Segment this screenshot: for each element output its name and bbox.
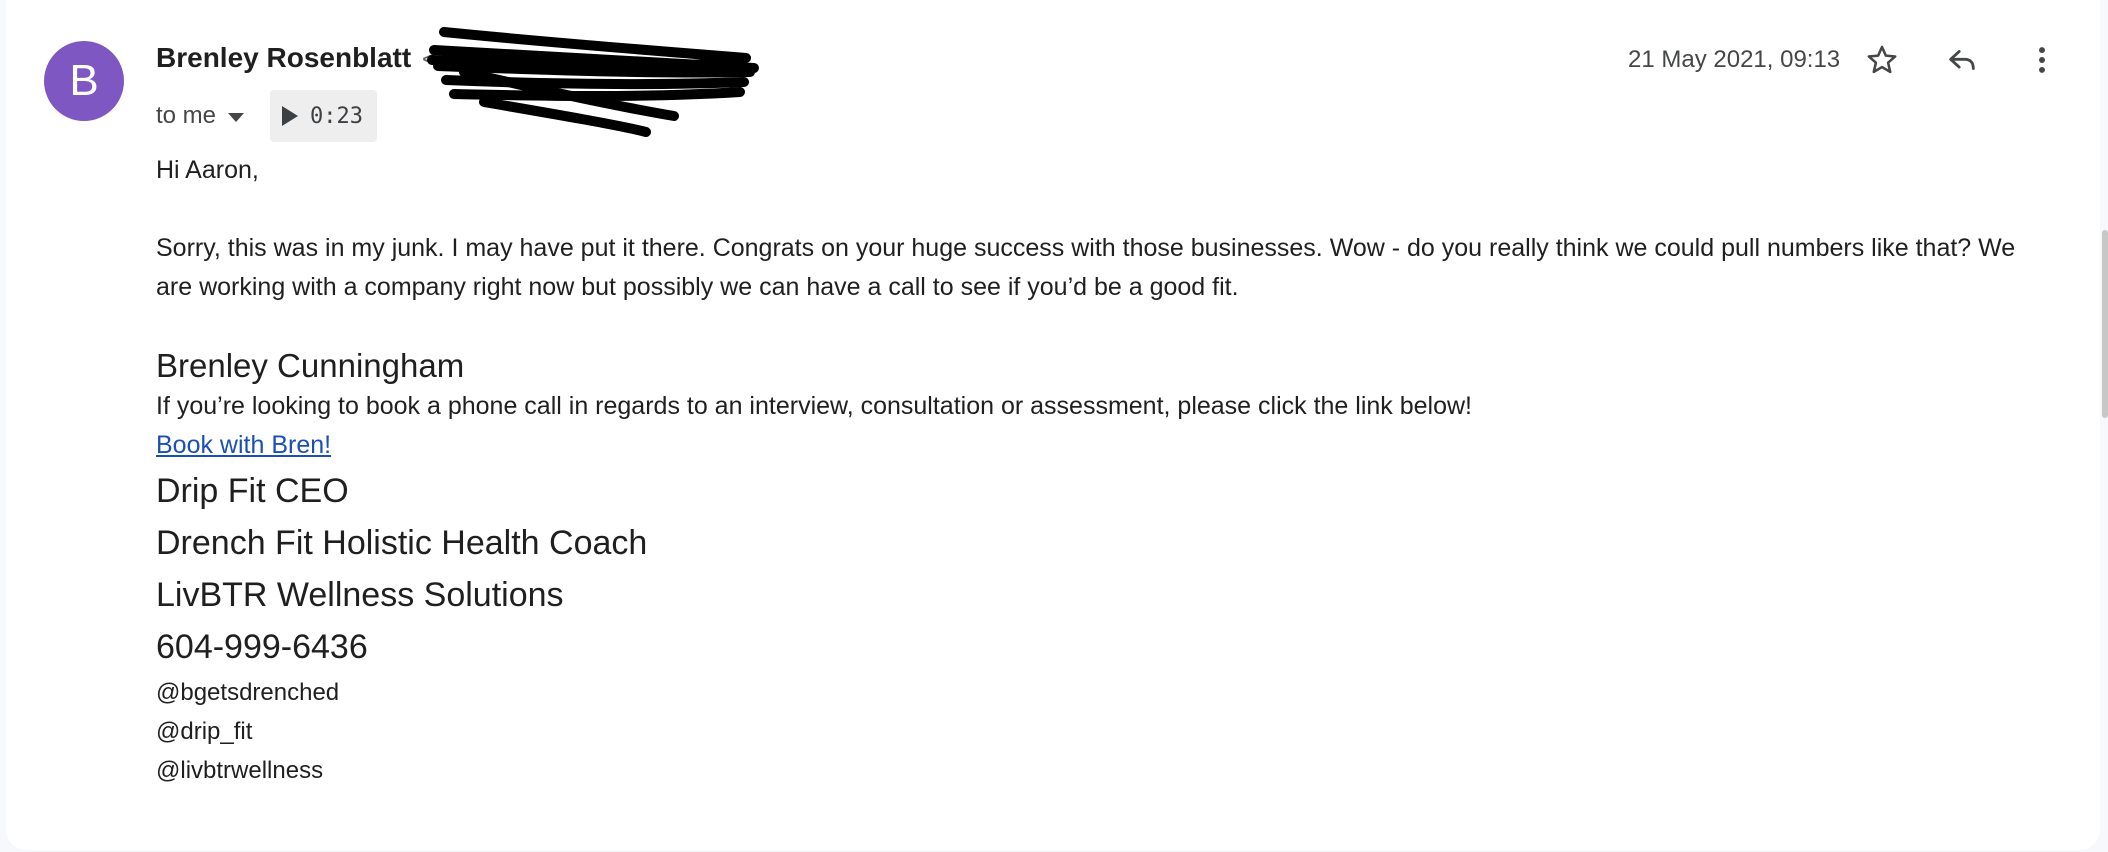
signature-title: Drip Fit CEO [156, 472, 349, 510]
star-button[interactable] [1858, 36, 1906, 84]
play-icon [282, 106, 299, 126]
more-options-button[interactable] [2018, 36, 2066, 84]
vertical-dots-icon [2039, 47, 2045, 73]
social-handle: @drip_fit [156, 718, 253, 745]
signature-title: LivBTR Wellness Solutions [156, 576, 564, 614]
audio-play-button[interactable]: 0:23 [270, 90, 378, 142]
social-handle: @livbtrwellness [156, 757, 324, 784]
audio-duration: 0:23 [310, 103, 364, 129]
greeting: Hi Aaron, [156, 156, 259, 184]
signature-name: Brenley Cunningham [156, 347, 465, 384]
reply-button[interactable] [1938, 36, 1986, 84]
chevron-down-icon[interactable] [228, 112, 245, 122]
sender-name[interactable]: Brenley Rosenblatt [156, 42, 411, 74]
email-body: Hi Aaron, Sorry, this was in my junk. I … [156, 151, 2056, 790]
signature-title: Drench Fit Holistic Health Coach [156, 524, 648, 562]
booking-link[interactable]: Book with Bren! [156, 431, 331, 459]
reply-icon [1949, 50, 1975, 70]
booking-text: If you’re looking to book a phone call i… [156, 392, 1473, 420]
star-icon [1867, 45, 1897, 74]
message-paragraph: Sorry, this was in my junk. I may have p… [156, 234, 2016, 301]
signature-phone: 604-999-6436 [156, 628, 368, 666]
recipient-row: to me 0:23 [156, 90, 378, 142]
email-timestamp: 21 May 2021, 09:13 [1628, 46, 1841, 73]
social-handle: @bgetsdrenched [156, 679, 340, 706]
redaction-scribble [427, 27, 759, 137]
email-message-card: B Brenley Rosenblatt < to me 0:23 21 May… [6, 0, 2100, 850]
avatar[interactable]: B [44, 41, 124, 121]
recipient-label: to me [156, 102, 217, 129]
scrollbar[interactable] [2102, 230, 2108, 418]
avatar-letter: B [69, 56, 99, 105]
